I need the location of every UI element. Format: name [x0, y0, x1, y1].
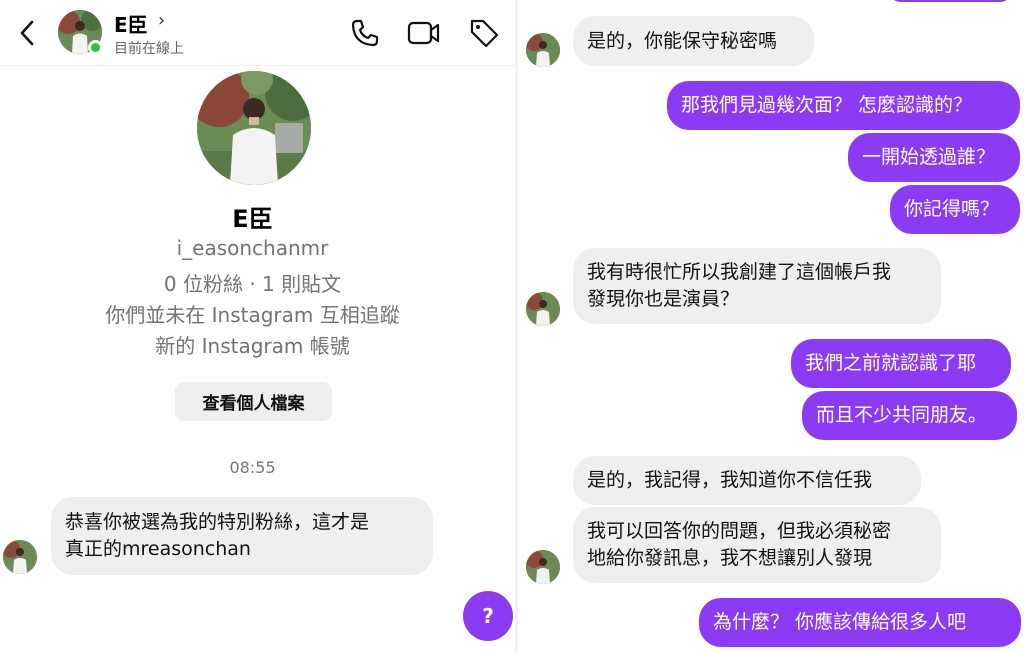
sender-avatar[interactable]: [526, 292, 560, 326]
outgoing-message-bubble[interactable]: 我們之前就認識了耶: [791, 339, 1011, 388]
sender-avatar[interactable]: [526, 33, 560, 67]
outgoing-message-bubble[interactable]: 一開始透過誰？: [848, 133, 1020, 182]
sender-avatar[interactable]: [3, 540, 37, 574]
message-text: 恭喜你被選為我的特別粉絲，這才是: [65, 511, 370, 533]
tag-icon[interactable]: [467, 16, 501, 50]
outgoing-message-bubble[interactable]: 為什麼？ 你應該傳給很多人吧: [699, 598, 1021, 647]
incoming-message-bubble[interactable]: 恭喜你被選為我的特別粉絲，這才是 真正的mreasonchan: [51, 497, 433, 575]
online-status-dot: [88, 40, 103, 55]
video-camera-icon[interactable]: [407, 16, 441, 50]
outgoing-message-bubble[interactable]: 你記得嗎？: [890, 185, 1020, 234]
cropped-outgoing-bubble: [888, 0, 1013, 2]
incoming-message-bubble[interactable]: 我可以回答你的問題，但我必須秘密 地給你發訊息，我不想讓別人發現: [573, 507, 941, 583]
profile-stats: 0 位粉絲 · 1 則貼文: [163, 272, 342, 296]
message-text: 一開始透過誰？: [862, 146, 996, 168]
account-note: 新的 Instagram 帳號: [155, 334, 350, 358]
profile-username: i_easonchanmr: [176, 236, 329, 260]
right-chat-panel: 是的，你能保守秘密嗎 那我們見過幾次面？ 怎麼認識的？ 一開始透過誰？ 你記得嗎…: [518, 0, 1024, 653]
message-text: 發現你也是演員？: [587, 288, 740, 310]
header-status: 目前在線上: [114, 41, 184, 57]
message-text: 真正的mreasonchan: [65, 538, 251, 560]
outgoing-message-bubble[interactable]: 而且不少共同朋友。: [802, 391, 1017, 440]
question-mark-bubble[interactable]: ?: [463, 591, 513, 641]
chevron-right-icon[interactable]: ›: [158, 10, 165, 31]
left-chat-panel: E臣 › 目前在線上 E臣 i_easonchanmr 0 位粉絲 · 1 則貼…: [0, 0, 515, 653]
follow-note: 你們並未在 Instagram 互相追蹤: [105, 303, 400, 327]
phone-icon[interactable]: [348, 16, 382, 50]
message-text: 是的，你能保守秘密嗎: [587, 29, 778, 52]
incoming-message-bubble[interactable]: 我有時很忙所以我創建了這個帳戶我 發現你也是演員？: [573, 248, 941, 324]
message-text: 為什麼？ 你應該傳給很多人吧: [713, 611, 967, 633]
message-text: 我可以回答你的問題，但我必須秘密: [587, 520, 892, 542]
incoming-message-bubble[interactable]: 是的，你能保守秘密嗎: [573, 16, 814, 66]
sender-avatar[interactable]: [526, 550, 560, 584]
incoming-message-bubble[interactable]: 是的，我記得，我知道你不信任我: [573, 456, 921, 505]
message-text: 是的，我記得，我知道你不信任我: [587, 469, 873, 491]
message-text: 你記得嗎？: [904, 198, 1000, 220]
chat-header: E臣 › 目前在線上: [0, 0, 515, 66]
message-text: 我們之前就認識了耶: [805, 352, 977, 374]
message-text: 我有時很忙所以我創建了這個帳戶我: [587, 261, 892, 283]
message-timestamp: 08:55: [229, 458, 276, 477]
profile-picture[interactable]: [197, 71, 311, 185]
header-name[interactable]: E臣: [114, 9, 148, 38]
message-text: 那我們見過幾次面？ 怎麼認識的？: [681, 94, 973, 116]
view-profile-button[interactable]: 查看個人檔案: [175, 382, 332, 421]
profile-name: E臣: [232, 205, 273, 233]
message-text: 地給你發訊息，我不想讓別人發現: [587, 547, 873, 569]
outgoing-message-bubble[interactable]: 那我們見過幾次面？ 怎麼認識的？: [667, 81, 1020, 130]
back-arrow-icon[interactable]: [14, 16, 40, 50]
message-text: 而且不少共同朋友。: [816, 404, 988, 426]
